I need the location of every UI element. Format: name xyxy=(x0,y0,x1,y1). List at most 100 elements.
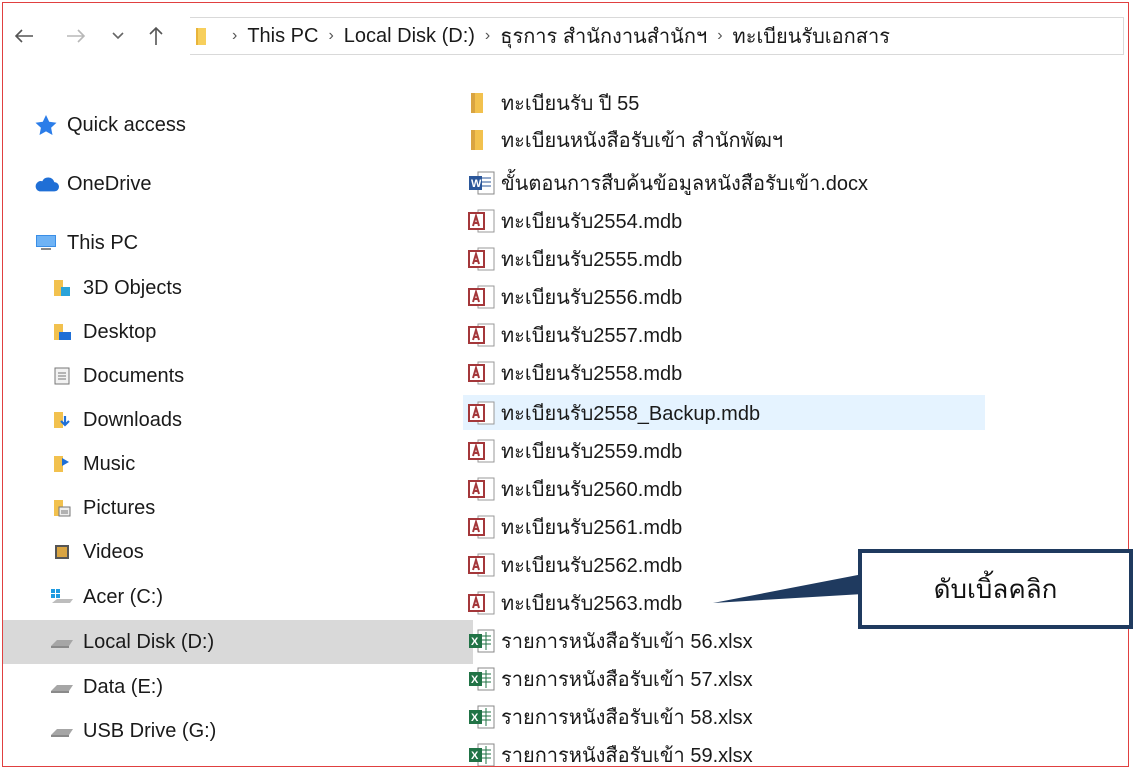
sidebar-item-local-disk-d[interactable]: Local Disk (D:) xyxy=(3,620,473,664)
list-item[interactable]: ทะเบียนรับ2558.mdb xyxy=(467,357,682,389)
word-document-icon: W xyxy=(467,170,497,196)
file-name: ทะเบียนรับ2562.mdb xyxy=(501,555,683,577)
sidebar-item-label: Music xyxy=(83,452,136,475)
svg-text:W: W xyxy=(471,178,482,190)
list-item[interactable]: ทะเบียนรับ2557.mdb xyxy=(467,319,682,351)
list-item[interactable]: ทะเบียนรับ2559.mdb xyxy=(467,435,682,467)
list-item[interactable]: ทะเบียนรับ2560.mdb xyxy=(467,473,682,505)
access-database-icon xyxy=(467,476,497,502)
file-name: รายการหนังสือรับเข้า 57.xlsx xyxy=(501,669,753,691)
file-name: ทะเบียนรับ2556.mdb xyxy=(501,287,683,309)
access-database-icon xyxy=(467,360,497,386)
breadcrumb-separator-icon: › xyxy=(484,27,491,44)
sidebar-item-onedrive[interactable]: OneDrive xyxy=(3,162,457,206)
sidebar-item-desktop[interactable]: Desktop xyxy=(3,310,473,354)
list-item[interactable]: X รายการหนังสือรับเข้า 56.xlsx xyxy=(467,625,753,657)
back-arrow-icon xyxy=(14,29,33,43)
sidebar-item-acer-c[interactable]: Acer (C:) xyxy=(3,575,473,619)
folder-icon xyxy=(196,28,206,45)
sidebar-item-label: Local Disk (D:) xyxy=(83,630,215,653)
breadcrumb-current-folder[interactable]: ทะเบียนรับเอกสาร xyxy=(733,20,890,52)
access-database-icon xyxy=(467,514,497,540)
list-item[interactable]: X รายการหนังสือรับเข้า 57.xlsx xyxy=(467,663,753,695)
sidebar-item-downloads[interactable]: Downloads xyxy=(3,398,473,442)
access-database-icon xyxy=(467,590,497,616)
list-item[interactable]: ทะเบียนหนังสือรับเข้า สำนักพัฒฯ xyxy=(467,124,783,156)
sidebar-item-this-pc[interactable]: This PC xyxy=(3,221,457,265)
svg-text:X: X xyxy=(471,750,479,762)
forward-button[interactable] xyxy=(61,21,91,51)
access-database-icon xyxy=(467,438,497,464)
file-name: ทะเบียนรับ2558_Backup.mdb xyxy=(501,402,761,425)
breadcrumb-separator-icon: › xyxy=(328,27,334,44)
breadcrumb-separator-icon: › xyxy=(232,27,238,44)
breadcrumb-local-disk[interactable]: Local Disk (D:) xyxy=(344,25,475,48)
list-item[interactable]: ทะเบียนรับ ปี 55 xyxy=(467,87,639,119)
sidebar-item-label: Documents xyxy=(83,364,185,387)
svg-text:X: X xyxy=(471,636,479,648)
sidebar-item-3d-objects[interactable]: 3D Objects xyxy=(3,266,473,310)
callout-pointer-shape xyxy=(713,574,863,603)
list-item[interactable]: ทะเบียนรับ2558_Backup.mdb xyxy=(463,395,985,430)
documents-folder-icon xyxy=(49,365,75,387)
downloads-folder-icon xyxy=(49,409,75,431)
file-name: ทะเบียนรับ ปี 55 xyxy=(501,93,640,115)
sidebar-item-data-e[interactable]: Data (E:) xyxy=(3,665,473,709)
windows-drive-icon xyxy=(49,586,75,608)
list-item[interactable]: ทะเบียนรับ2562.mdb xyxy=(467,549,682,581)
list-item[interactable]: X รายการหนังสือรับเข้า 59.xlsx xyxy=(467,739,753,766)
navigation-pane: Quick access OneDrive This PC 3D Objects… xyxy=(3,69,473,766)
file-name: ทะเบียนรับ2557.mdb xyxy=(501,325,683,347)
up-arrow-icon xyxy=(149,26,163,45)
list-item[interactable]: ทะเบียนรับ2561.mdb xyxy=(467,511,682,543)
breadcrumb: › This PC › Local Disk (D:) › ธุรการ สำน… xyxy=(222,20,890,52)
folder-icon xyxy=(467,127,497,153)
list-item[interactable]: ทะเบียนรับ2563.mdb xyxy=(467,587,682,619)
access-database-icon xyxy=(467,552,497,578)
file-explorer-window: › This PC › Local Disk (D:) › ธุรการ สำน… xyxy=(2,2,1129,767)
access-database-icon xyxy=(467,322,497,348)
drive-icon xyxy=(49,631,75,653)
list-item[interactable]: ทะเบียนรับ2556.mdb xyxy=(467,281,682,313)
computer-icon xyxy=(33,232,59,254)
double-click-callout: ดับเบิ้ลคลิก xyxy=(858,549,1133,629)
sidebar-item-music[interactable]: Music xyxy=(3,442,473,486)
sidebar-item-label: OneDrive xyxy=(67,172,152,195)
file-list: ทะเบียนรับ ปี 55 ทะเบียนหนังสือรับเข้า ส… xyxy=(427,69,1127,766)
sidebar-item-label: 3D Objects xyxy=(83,276,182,299)
excel-spreadsheet-icon: X xyxy=(467,704,497,730)
breadcrumb-office-folder[interactable]: ธุรการ สำนักงานสำนักฯ xyxy=(500,20,707,52)
sidebar-item-pictures[interactable]: Pictures xyxy=(3,486,473,530)
svg-text:X: X xyxy=(471,712,479,724)
list-item[interactable]: ทะเบียนรับ2555.mdb xyxy=(467,243,682,275)
sidebar-item-documents[interactable]: Documents xyxy=(3,354,473,398)
sidebar-item-label: Downloads xyxy=(83,408,182,431)
file-name: ทะเบียนรับ2555.mdb xyxy=(501,249,683,271)
list-item[interactable]: W ขั้นตอนการสืบค้นข้อมูลหนังสือรับเข้า.d… xyxy=(467,167,868,199)
3d-objects-icon xyxy=(49,277,75,299)
folder-icon xyxy=(467,90,497,116)
list-item[interactable]: X รายการหนังสือรับเข้า 58.xlsx xyxy=(467,701,753,733)
access-database-icon xyxy=(467,208,497,234)
back-button[interactable] xyxy=(9,21,39,51)
sidebar-item-label: Videos xyxy=(83,540,144,563)
sidebar-item-videos[interactable]: Videos xyxy=(3,530,473,574)
sidebar-item-quick-access[interactable]: Quick access xyxy=(3,103,457,147)
access-database-icon xyxy=(467,246,497,272)
access-database-icon xyxy=(467,400,497,426)
list-item[interactable]: ทะเบียนรับ2554.mdb xyxy=(467,205,682,237)
file-name: ขั้นตอนการสืบค้นข้อมูลหนังสือรับเข้า.doc… xyxy=(501,173,868,195)
address-bar[interactable]: › This PC › Local Disk (D:) › ธุรการ สำน… xyxy=(190,17,1124,55)
forward-arrow-icon xyxy=(67,29,86,43)
sidebar-item-usb-drive-g[interactable]: USB Drive (G:) xyxy=(3,709,473,753)
callout-text: ดับเบิ้ลคลิก xyxy=(933,573,1058,604)
sidebar-item-label: Desktop xyxy=(83,320,157,343)
star-icon xyxy=(33,114,59,136)
chevron-down-icon xyxy=(112,32,124,40)
cloud-icon xyxy=(33,173,59,195)
up-button[interactable] xyxy=(141,21,171,51)
excel-spreadsheet-icon: X xyxy=(467,628,497,654)
recent-locations-button[interactable] xyxy=(103,21,133,51)
breadcrumb-this-pc[interactable]: This PC xyxy=(247,25,318,48)
navigation-bar: › This PC › Local Disk (D:) › ธุรการ สำน… xyxy=(3,3,1128,69)
